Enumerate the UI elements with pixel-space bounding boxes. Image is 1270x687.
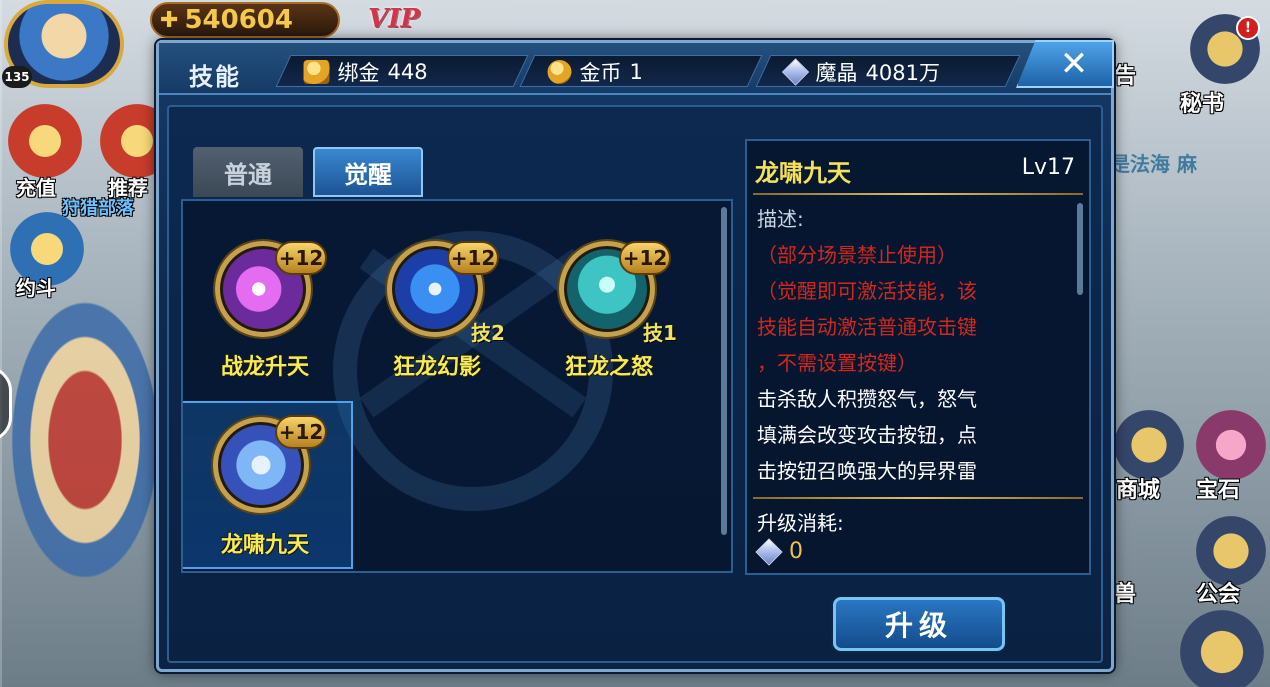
secretary-label: 秘书: [1180, 92, 1225, 117]
gem-shop-icon[interactable]: [1196, 410, 1266, 480]
skill-slot-kuanglong-huanying[interactable]: +12 技2 狂龙幻影: [357, 229, 517, 389]
bound-gold-coin-icon: [303, 60, 330, 84]
hunting-tribe-label[interactable]: 狩猎部落: [62, 194, 134, 220]
description-text: 击按钮召唤强大的异界雷: [757, 459, 977, 483]
skill-slot-tag: 技2: [471, 321, 505, 345]
skill-name: 狂龙之怒: [564, 355, 653, 380]
description-label: 描述:: [757, 207, 804, 231]
skill-level-badge: +12: [275, 415, 327, 449]
description-text: 击杀敌人积攒怒气，怒气: [757, 387, 977, 411]
skill-slot-longxiao-jiutian[interactable]: +12 龙啸九天: [183, 401, 353, 569]
magic-crystal-name: 魔晶: [815, 61, 858, 85]
tab-normal[interactable]: 普通: [193, 147, 303, 197]
notice-partial-label: 告: [1114, 64, 1137, 89]
magic-crystal-icon: [755, 537, 783, 566]
upgrade-cost-value: 0: [789, 539, 803, 564]
description-scrollbar[interactable]: [1077, 203, 1083, 295]
alert-badge: !: [1236, 16, 1260, 40]
skill-detail-panel: 龙啸九天 Lv17 描述: （部分场景禁止使用） （觉醒即可激活技能，该 技能自…: [745, 139, 1091, 575]
upgrade-cost: 0: [755, 537, 803, 566]
gold-display: 金币 1: [519, 55, 763, 87]
skill-dialog: 技能 绑金 448 金币 1 魔晶 4081万 ✕ 普通 觉醒 +12 战龙升天…: [156, 40, 1114, 672]
player-level: 135: [2, 66, 32, 88]
combat-power-display: ✚ 540604: [150, 2, 340, 38]
description-text: 填满会改变攻击按钮，点: [757, 423, 977, 447]
skill-slot-kuanglong-zhinu[interactable]: +12 技1 狂龙之怒: [529, 229, 689, 389]
mall-icon[interactable]: [1114, 410, 1184, 480]
combat-power-value: 540604: [184, 5, 293, 35]
description-warning: 技能自动激活普通攻击键: [757, 315, 977, 339]
skill-slot-zhanlong[interactable]: +12 战龙升天: [185, 229, 345, 389]
skill-slot-tag: 技1: [643, 321, 677, 345]
recharge-label: 充值: [16, 176, 56, 200]
skill-list-scrollbar[interactable]: [721, 207, 727, 535]
dialog-title: 技能: [189, 63, 241, 91]
recharge-gift-icon[interactable]: [8, 104, 82, 178]
skill-name: 狂龙幻影: [392, 355, 481, 380]
bound-gold-value: 448: [387, 60, 428, 84]
magic-crystal-value: 4081万: [865, 61, 940, 85]
gem-label: 宝石: [1196, 478, 1241, 503]
skill-list-panel: +12 战龙升天 +12 技2 狂龙幻影 +12 技1 狂龙之怒 +12 龙啸九…: [181, 199, 733, 573]
skill-level-badge: +12: [275, 241, 327, 275]
detail-skill-name: 龙啸九天: [755, 159, 851, 187]
dialog-header: 技能 绑金 448 金币 1 魔晶 4081万 ✕: [159, 40, 1114, 95]
attack-button[interactable]: [1180, 610, 1264, 687]
description-warning: （部分场景禁止使用）: [757, 243, 957, 267]
bound-gold-display: 绑金 448: [275, 55, 529, 87]
power-icon: ✚: [160, 7, 179, 33]
skill-name: 龙啸九天: [220, 533, 309, 558]
vip-button[interactable]: VIP: [368, 4, 420, 34]
skill-name: 战龙升天: [220, 355, 309, 380]
detail-skill-level: Lv17: [1021, 155, 1075, 180]
magic-crystal-icon: [781, 58, 810, 86]
skill-description[interactable]: 描述: （部分场景禁止使用） （觉醒即可激活技能，该 技能自动激活普通攻击键 ，…: [757, 201, 1067, 495]
tab-awaken[interactable]: 觉醒: [313, 147, 423, 197]
skill-level-badge: +12: [447, 241, 499, 275]
hero-character-art: [0, 280, 170, 600]
mall-label: 商城: [1116, 478, 1161, 503]
beast-partial-label: 兽: [1114, 582, 1137, 607]
description-warning: （觉醒即可激活技能，该: [757, 279, 977, 303]
upgrade-button[interactable]: 升级: [833, 597, 1005, 651]
divider: [753, 497, 1083, 499]
magic-crystal-display: 魔晶 4081万: [755, 55, 1021, 87]
gold-name: 金币: [579, 61, 622, 85]
close-icon: ✕: [1059, 44, 1089, 84]
skill-level-badge: +12: [619, 241, 671, 275]
duel-label: 约斗: [16, 276, 56, 300]
gold-value: 1: [629, 60, 643, 84]
bound-gold-name: 绑金: [337, 61, 380, 85]
upgrade-cost-label: 升级消耗:: [757, 511, 844, 535]
close-button[interactable]: ✕: [1016, 40, 1114, 88]
gold-coin-icon: [547, 60, 572, 84]
guild-label: 公会: [1196, 582, 1241, 607]
description-warning: ，不需设置按键）: [757, 351, 917, 375]
divider: [753, 193, 1083, 195]
scrolling-notice: 是法海 麻: [1110, 152, 1197, 176]
